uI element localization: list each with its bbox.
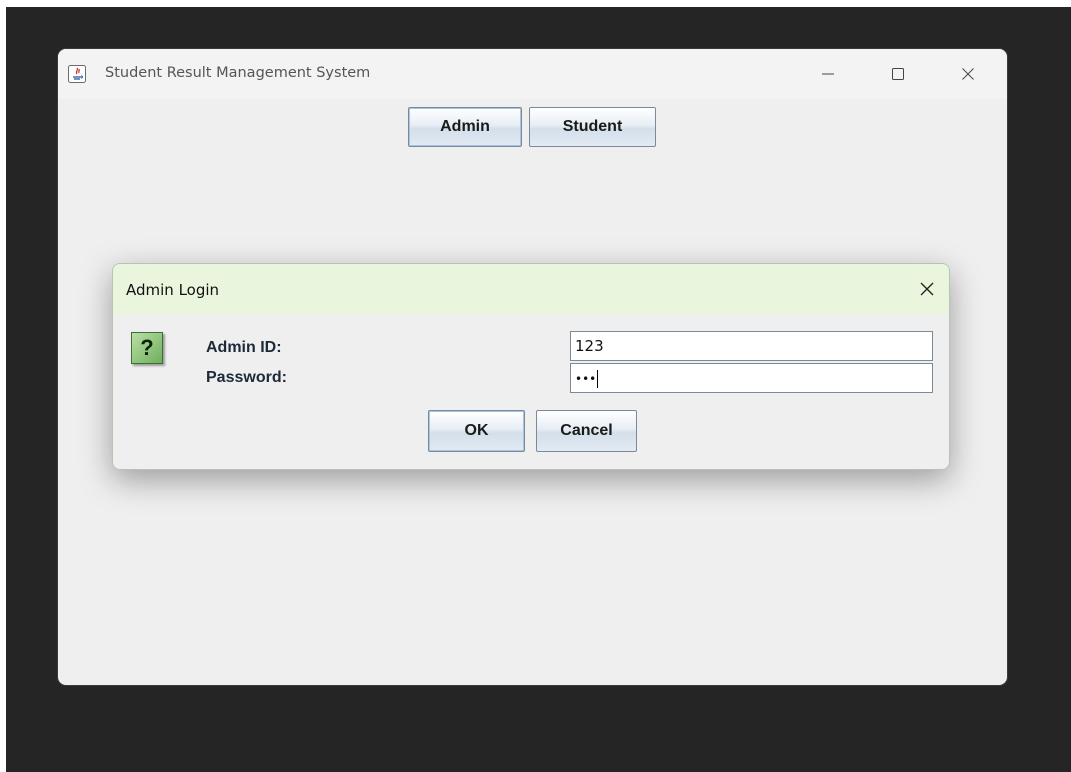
close-icon	[962, 68, 974, 80]
cancel-button[interactable]: Cancel	[536, 410, 637, 452]
main-window-titlebar[interactable]: Student Result Management System	[58, 49, 1007, 99]
admin-id-label: Admin ID:	[206, 339, 282, 356]
close-button[interactable]	[950, 60, 986, 88]
password-input[interactable]: •••	[570, 363, 933, 393]
admin-id-value: 123	[575, 337, 604, 355]
question-icon: ?	[131, 332, 163, 364]
minimize-button[interactable]	[810, 60, 846, 88]
dialog-title: Admin Login	[126, 281, 220, 299]
dialog-close-button[interactable]	[911, 275, 943, 303]
admin-login-dialog: Admin Login ? Admin ID: Password: 123 ••…	[112, 263, 950, 470]
admin-button[interactable]: Admin	[408, 107, 522, 147]
student-button[interactable]: Student	[529, 107, 656, 147]
maximize-button[interactable]	[880, 60, 916, 88]
window-title: Student Result Management System	[105, 65, 371, 81]
password-label: Password:	[206, 369, 287, 386]
admin-id-input[interactable]: 123	[570, 331, 933, 361]
dialog-titlebar[interactable]: Admin Login	[113, 264, 949, 314]
java-app-icon	[68, 65, 86, 83]
close-icon	[920, 282, 934, 296]
minimize-icon	[822, 73, 834, 75]
ok-button[interactable]: OK	[428, 410, 525, 452]
text-caret	[597, 369, 599, 388]
maximize-icon	[892, 68, 904, 80]
password-value: •••	[575, 372, 597, 386]
